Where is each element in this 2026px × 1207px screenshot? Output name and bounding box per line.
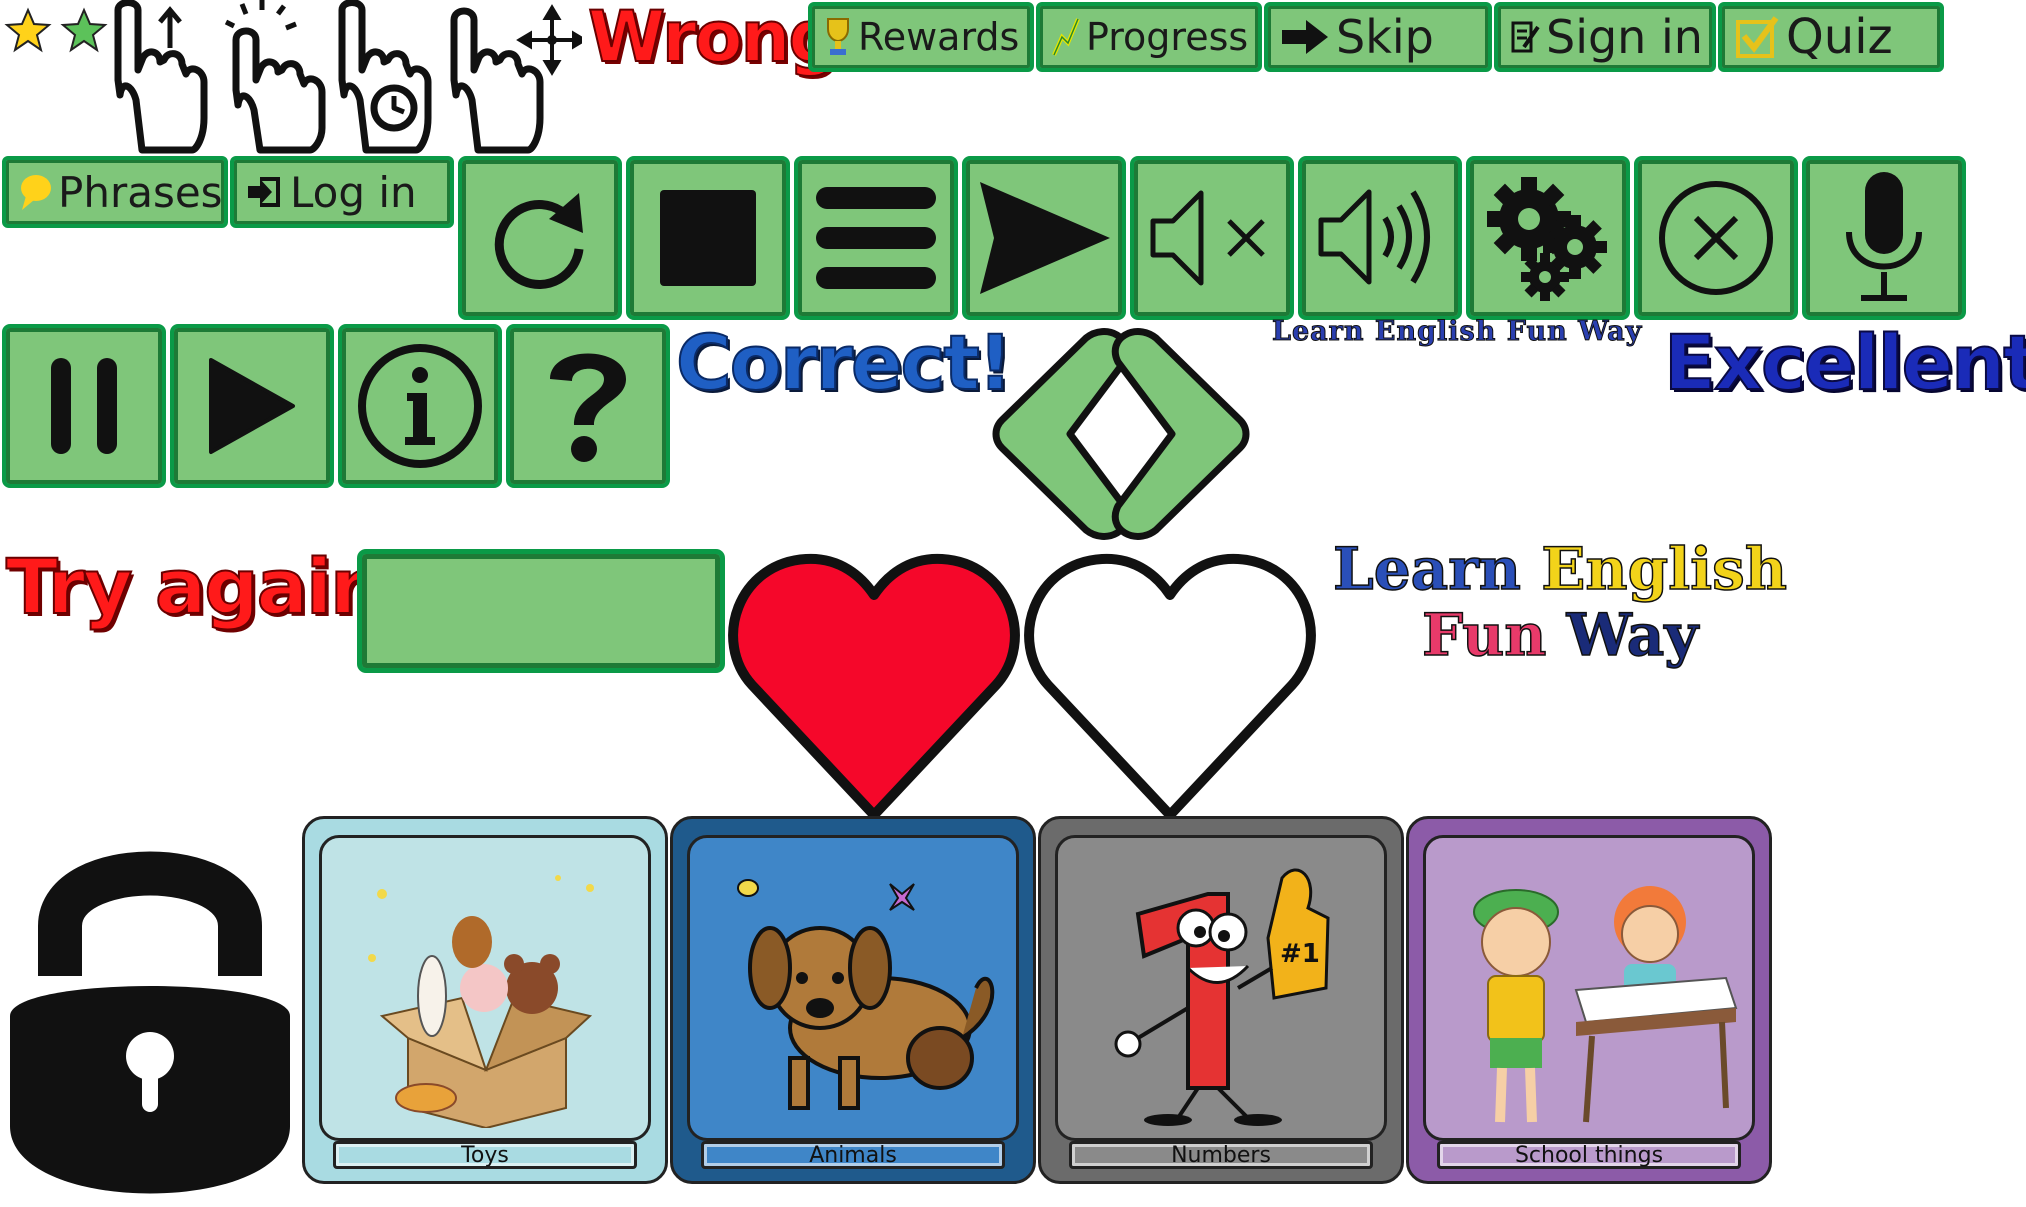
log-in-label: Log in [290, 167, 417, 217]
help-icon [550, 353, 626, 462]
volume-button[interactable] [1298, 156, 1462, 320]
rewards-button[interactable]: Rewards [808, 2, 1034, 72]
play-icon [209, 358, 295, 454]
pause-button[interactable] [2, 324, 166, 488]
toys-image [368, 875, 594, 1128]
menu-icon [816, 187, 936, 289]
logo-word-way: Way [1566, 601, 1699, 669]
category-label: Toys [333, 1141, 637, 1169]
star-icon [4, 7, 108, 53]
move-arrows-icon [516, 4, 588, 76]
gesture-icons [112, 0, 588, 155]
skip-button[interactable]: Skip [1264, 2, 1492, 72]
category-label: School things [1437, 1141, 1741, 1169]
progress-button[interactable]: Progress [1036, 2, 1262, 72]
skip-label: Skip [1336, 10, 1434, 64]
category-card-toys[interactable]: Toys [302, 816, 668, 1184]
excellent-text: Excellent! [1663, 317, 2026, 408]
speech-bubble-icon [21, 175, 51, 210]
info-button[interactable] [338, 324, 502, 488]
settings-button[interactable] [1466, 156, 1630, 320]
send-icon [980, 182, 1110, 294]
rewards-label: Rewards [858, 15, 1020, 59]
logo-small: Learn English Fun Way [1271, 316, 1643, 348]
logo-large: Learn English Fun Way [1320, 535, 1800, 686]
empty-green-button[interactable] [358, 550, 724, 672]
lock [0, 816, 300, 1203]
heart-empty-icon [1024, 553, 1316, 820]
volume-icon [1318, 189, 1430, 285]
mute-icon [1150, 190, 1265, 286]
stars [2, 4, 112, 58]
info-icon [358, 344, 482, 468]
drag-hand-icon [450, 7, 544, 154]
progress-icon [1052, 18, 1080, 56]
long-press-hand-icon [338, 0, 432, 154]
log-in-icon [248, 177, 280, 207]
pause-icon [51, 358, 117, 454]
microphone-button[interactable] [1802, 156, 1966, 320]
log-in-button[interactable]: Log in [230, 156, 454, 228]
stop-icon [660, 190, 756, 286]
logo-word-english: English [1540, 535, 1788, 603]
logo-word-learn: Learn [1332, 535, 1522, 603]
help-button[interactable] [506, 324, 670, 488]
school-things-image [1473, 886, 1738, 1123]
trophy-icon [827, 18, 849, 55]
swipe-up-hand-icon [114, 0, 208, 154]
close-button[interactable] [1634, 156, 1798, 320]
arrow-right-icon [1282, 20, 1328, 54]
numbers-image: #1 [1114, 868, 1330, 1126]
phrases-label: Phrases [58, 167, 223, 217]
heart-full-icon [728, 553, 1020, 820]
reload-icon [494, 193, 584, 289]
lock-icon [10, 851, 290, 1194]
close-icon [1659, 181, 1773, 295]
category-label: Animals [701, 1141, 1005, 1169]
progress-label: Progress [1086, 15, 1249, 59]
category-label: Numbers [1069, 1141, 1373, 1169]
category-card-school-things[interactable]: School things [1406, 816, 1772, 1184]
reload-button[interactable] [458, 156, 622, 320]
settings-icon [1487, 177, 1607, 301]
phrases-button[interactable]: Phrases [2, 156, 228, 228]
quiz-button[interactable]: Quiz [1718, 2, 1944, 72]
play-button[interactable] [170, 324, 334, 488]
mute-button[interactable] [1130, 156, 1294, 320]
prev-next-arrows[interactable] [966, 318, 1276, 550]
chevron-left-icon[interactable] [992, 328, 1131, 540]
animals-image [737, 879, 995, 1110]
quiz-label: Quiz [1786, 9, 1893, 65]
correct-text: Correct! [675, 317, 1014, 408]
svg-text:#1: #1 [1280, 939, 1320, 969]
microphone-icon [1846, 172, 1922, 301]
checkbox-icon [1736, 16, 1779, 58]
logo-word-fun: Fun [1421, 601, 1547, 669]
menu-button[interactable] [794, 156, 958, 320]
try-again-text: Try again! [5, 541, 418, 632]
sign-in-button[interactable]: Sign in [1494, 2, 1716, 72]
sign-in-icon [1511, 21, 1540, 53]
chevron-right-icon[interactable] [1111, 328, 1250, 540]
category-card-numbers[interactable]: #1 Numbers [1038, 816, 1404, 1184]
hearts [722, 545, 1328, 820]
sign-in-label: Sign in [1546, 10, 1703, 64]
category-card-animals[interactable]: Animals [670, 816, 1036, 1184]
tap-hand-icon [232, 27, 326, 154]
stop-button[interactable] [626, 156, 790, 320]
send-button[interactable] [962, 156, 1126, 320]
